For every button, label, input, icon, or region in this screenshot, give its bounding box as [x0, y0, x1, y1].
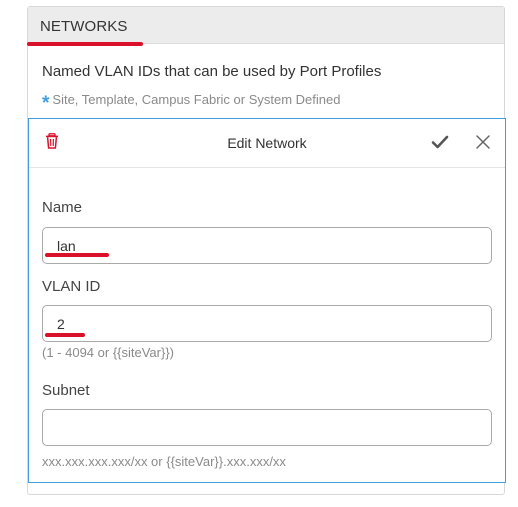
vlan-id-hint: (1 - 4094 or {{siteVar}}): [42, 345, 175, 360]
edit-network-card: Edit Network Name lan VLAN ID 2 (1 - 409…: [28, 118, 506, 483]
legend-text: Site, Template, Campus Fabric or System …: [52, 92, 341, 107]
vlan-id-label: VLAN ID: [42, 278, 101, 295]
vlan-id-input[interactable]: 2: [42, 305, 492, 342]
panel-title: NETWORKS: [40, 18, 128, 35]
close-icon[interactable]: [475, 134, 491, 150]
subnet-hint: xxx.xxx.xxx.xxx/xx or {{siteVar}}.xxx.xx…: [42, 454, 286, 469]
name-input-value: lan: [57, 238, 76, 254]
networks-panel: NETWORKS Named VLAN IDs that can be used…: [27, 6, 506, 495]
card-header: Edit Network: [29, 119, 505, 168]
annotation-underline-name: [45, 253, 109, 257]
legend-star-icon: *: [42, 93, 50, 114]
name-label: Name: [42, 199, 83, 216]
vlan-id-input-value: 2: [57, 316, 65, 332]
legend: * Site, Template, Campus Fabric or System…: [42, 88, 341, 114]
section-description: Named VLAN IDs that can be used by Port …: [42, 63, 382, 80]
annotation-underline-title: [27, 42, 143, 46]
subnet-label: Subnet: [42, 382, 90, 399]
name-input[interactable]: lan: [42, 227, 492, 264]
check-icon[interactable]: [431, 134, 449, 150]
subnet-input[interactable]: [42, 409, 492, 446]
annotation-underline-vlan: [45, 333, 85, 337]
panel-header: NETWORKS: [28, 7, 504, 44]
